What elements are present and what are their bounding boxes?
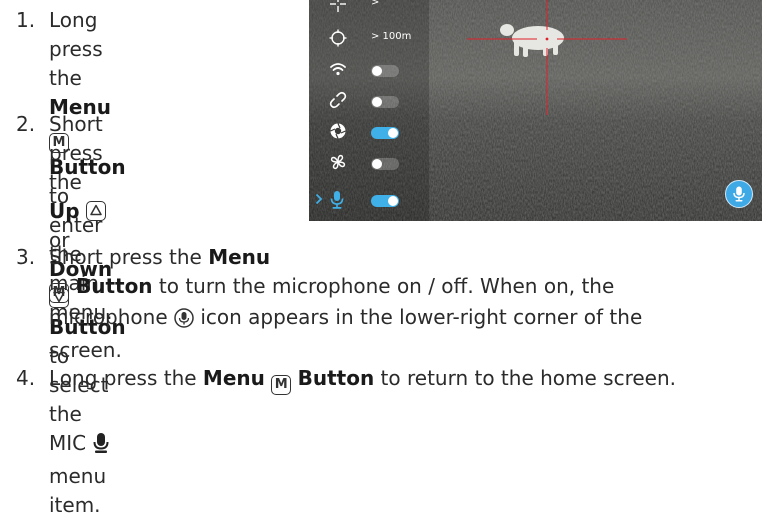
link-toggle[interactable]: [371, 96, 399, 108]
menu-item-link[interactable]: [309, 87, 429, 115]
step-number: 3.: [16, 245, 36, 269]
menu-item-microphone[interactable]: [309, 186, 429, 214]
text: microphone: [49, 305, 174, 329]
step-number: 1.: [16, 8, 36, 32]
up-label: Up: [49, 199, 80, 223]
text: Short press the: [49, 112, 103, 194]
text: Short press the: [49, 245, 209, 269]
menu-item-wifi[interactable]: [309, 56, 429, 84]
up-key-icon: [85, 201, 106, 221]
device-screen: > > 100m: [309, 0, 762, 221]
microphone-icon: [92, 432, 110, 462]
text: menu item.: [49, 464, 107, 517]
text: screen.: [49, 338, 122, 362]
menu-label: Menu: [202, 366, 265, 390]
link-icon: [329, 91, 347, 109]
selected-arrow-icon: [315, 193, 323, 205]
microphone-icon: [330, 191, 344, 209]
text: Long press the: [49, 8, 103, 90]
mic-label: MIC: [49, 431, 87, 455]
wifi-icon: [330, 63, 346, 76]
reticle-icon: [330, 0, 346, 12]
button-label: Button: [69, 274, 153, 298]
microphone-toggle[interactable]: [371, 195, 399, 207]
step-number: 4.: [16, 366, 36, 390]
aperture-toggle[interactable]: [371, 127, 399, 139]
menu-item-aperture[interactable]: [309, 118, 429, 146]
aperture-icon: [330, 123, 346, 139]
menu-item-fan[interactable]: [309, 149, 429, 177]
menu-item-rangefinder[interactable]: > 100m: [309, 25, 429, 53]
text: to return to the home screen.: [374, 366, 677, 390]
step-text: Long press the Menu M Button to return t…: [49, 364, 771, 395]
menu-item-reticle[interactable]: >: [309, 0, 429, 19]
text: icon appears in the lower-right corner o…: [194, 305, 643, 329]
microphone-status-icon: [725, 180, 753, 208]
text: to turn the microphone on / off. When on…: [152, 274, 615, 298]
wifi-toggle[interactable]: [371, 65, 399, 77]
text: Long press the: [49, 366, 203, 390]
microphone-circle-icon: [174, 307, 194, 336]
button-label: Button: [297, 366, 375, 390]
step-number: 2.: [16, 112, 36, 136]
rangefinder-icon: [329, 29, 347, 47]
menu-key-icon: M: [49, 283, 69, 303]
menu-value: > 100m: [371, 31, 412, 42]
fan-icon: [330, 154, 346, 170]
step-text: Short press the Menu M Button to turn th…: [49, 243, 771, 365]
menu-label: Menu: [208, 245, 271, 269]
menu-key-icon: M: [271, 375, 292, 395]
fan-toggle[interactable]: [371, 158, 399, 170]
menu-value: >: [371, 0, 380, 8]
